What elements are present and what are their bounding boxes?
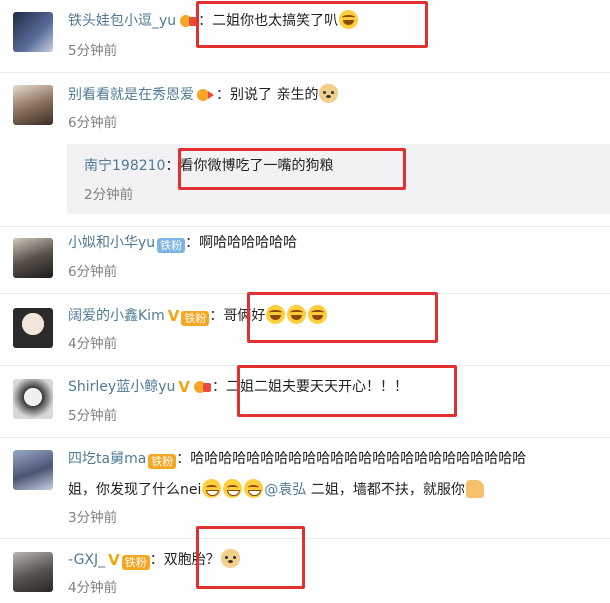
colon: ： [211,379,226,395]
timestamp: 2分钟前 [84,187,134,203]
comment-text: 二姐，墙都不扶，就服你 [306,482,465,498]
avatar[interactable] [13,308,53,348]
avatar[interactable] [13,12,53,52]
avatar[interactable] [13,379,53,419]
fan-badge: 铁粉 [157,238,186,253]
divider [0,226,610,227]
highlight-box [196,526,305,589]
grin-emoji-icon [223,479,243,498]
username-link[interactable]: 南宁198210 [84,158,165,174]
doge-emoji-icon [319,84,339,103]
timestamp: 3分钟前 [68,510,118,526]
timestamp: 4分钟前 [68,336,118,352]
colon: ： [176,451,191,467]
timestamp: 4分钟前 [68,580,118,596]
fan-badge: 铁粉 [148,454,177,469]
username-link[interactable]: 阔爱的小鑫Kim [68,308,165,324]
avatar[interactable] [13,238,53,278]
timestamp: 5分钟前 [68,408,118,424]
colon: ： [216,87,230,103]
comment-line: 小姒和小华yu 铁粉 ：啊哈哈哈哈哈哈 [68,232,297,254]
comment-line: 别看看就是在秀恩爱 ：别说了 亲生的 [68,84,339,106]
username-link[interactable]: 铁头娃包小逗_yu [68,13,176,29]
username-link[interactable]: 四圪ta舅ma [68,451,146,467]
highlight-box [196,1,428,48]
fan-badge: 铁粉 [181,311,210,326]
highlight-box [237,365,457,417]
comment-line-continued: 姐，你发现了什么nei @袁弘 二姐，墙都不扶，就服你 [68,479,485,501]
username-link[interactable]: 别看看就是在秀恩爱 [68,87,194,103]
comment-text: 啊哈哈哈哈哈哈 [199,235,298,251]
colon: ： [209,308,224,324]
comment-text: 姐，你发现了什么nei [68,482,202,498]
verified-v-icon: V [167,307,180,325]
username-link[interactable]: 小姒和小华yu [68,235,155,251]
divider [0,538,610,539]
grin-emoji-icon [244,479,264,498]
comment-line: 四圪ta舅ma 铁粉 ：哈哈哈哈哈哈哈哈哈哈哈哈哈哈哈哈哈哈哈哈哈哈哈哈 [68,448,526,470]
vip-badge-icon [192,378,212,394]
comment-text: 哈哈哈哈哈哈哈哈哈哈哈哈哈哈哈哈哈哈哈哈哈哈哈哈 [190,451,527,467]
timestamp: 6分钟前 [68,264,118,280]
username-link[interactable]: Shirley蓝小鲸yu [68,379,175,395]
verified-v-icon: V [108,551,120,569]
avatar[interactable] [13,450,53,490]
divider [0,437,610,438]
divider [0,72,610,73]
colon: ： [149,552,164,568]
username-link[interactable]: -GXJ_ [68,552,105,568]
vip-badge-icon [196,86,216,102]
verified-v-icon: V [178,378,190,396]
grin-emoji-icon [202,479,222,498]
fan-badge: 铁粉 [121,555,150,570]
mention-link[interactable]: @袁弘 [264,482,306,498]
highlight-box [247,292,438,343]
timestamp: 5分钟前 [68,43,118,59]
thumbs-up-emoji-icon [465,480,484,498]
avatar[interactable] [13,552,53,592]
highlight-box [178,148,406,190]
avatar[interactable] [13,85,53,125]
colon: ： [185,235,200,251]
comment-text: 别说了 亲生的 [230,87,319,103]
timestamp: 6分钟前 [68,115,118,131]
